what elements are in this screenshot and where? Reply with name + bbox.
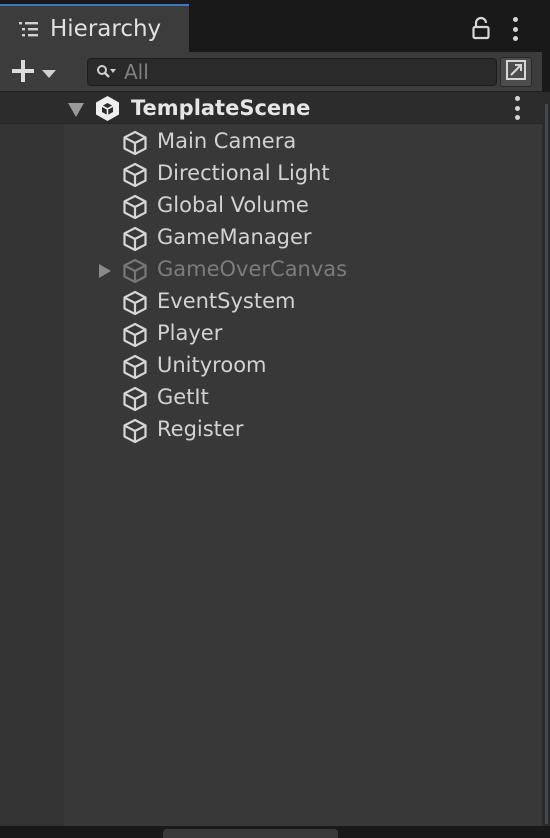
- hierarchy-item-label: EventSystem: [157, 289, 296, 313]
- hierarchy-item[interactable]: EventSystem: [64, 285, 542, 317]
- hierarchy-item-label: Directional Light: [157, 161, 330, 185]
- hierarchy-item[interactable]: Player: [64, 317, 542, 349]
- hierarchy-panel[interactable]: TemplateScene Main Camera Directional Lig…: [0, 92, 542, 826]
- hierarchy-item-label: Unityroom: [157, 353, 267, 377]
- hierarchy-item[interactable]: GetIt: [64, 381, 542, 413]
- hierarchy-item[interactable]: GameOverCanvas: [64, 253, 542, 285]
- hierarchy-gutter: [0, 92, 64, 826]
- scene-view-button[interactable]: [500, 57, 532, 87]
- gameobject-cube-icon: [122, 418, 148, 444]
- hierarchy-item[interactable]: Main Camera: [64, 125, 542, 157]
- vertical-scrollbar[interactable]: [542, 92, 550, 826]
- unity-scene-icon: [94, 95, 121, 122]
- gameobject-cube-icon: [122, 258, 148, 284]
- gameobject-cube-icon: [122, 162, 148, 188]
- hierarchy-toolbar: [0, 52, 542, 92]
- tab-hierarchy[interactable]: Hierarchy: [0, 4, 189, 52]
- hierarchy-item-label: Global Volume: [157, 193, 309, 217]
- tab-title: Hierarchy: [50, 16, 162, 42]
- lock-icon[interactable]: [470, 16, 492, 40]
- hierarchy-item-label: Player: [157, 321, 223, 345]
- scene-name: TemplateScene: [131, 96, 311, 120]
- hierarchy-item-label: Main Camera: [157, 129, 297, 153]
- hierarchy-item[interactable]: GameManager: [64, 221, 542, 253]
- scene-view-icon: [505, 59, 527, 85]
- gameobject-cube-icon: [122, 290, 148, 316]
- hierarchy-item-label: GameManager: [157, 225, 312, 249]
- hierarchy-item-label: GetIt: [157, 385, 209, 409]
- horizontal-scrollbar-handle[interactable]: [163, 829, 338, 838]
- triangle-down-icon: [42, 64, 56, 83]
- gameobject-cube-icon: [122, 226, 148, 252]
- hierarchy-list-icon: [18, 18, 40, 40]
- hierarchy-item[interactable]: Register: [64, 413, 542, 445]
- scene-row[interactable]: TemplateScene: [0, 92, 542, 124]
- gameobject-cube-icon: [122, 130, 148, 156]
- hierarchy-item-label: GameOverCanvas: [157, 257, 348, 281]
- gameobject-cube-icon: [122, 194, 148, 220]
- hierarchy-item[interactable]: Directional Light: [64, 157, 542, 189]
- tab-bar: Hierarchy: [0, 0, 550, 52]
- search-field[interactable]: [87, 58, 497, 86]
- gameobject-cube-icon: [122, 354, 148, 380]
- create-button[interactable]: [10, 60, 66, 86]
- hierarchy-item-label: Register: [157, 417, 244, 441]
- plus-icon: [10, 58, 36, 88]
- search-icon: [96, 64, 116, 80]
- scene-menu-icon[interactable]: [513, 96, 521, 120]
- bottom-bar: [0, 826, 550, 838]
- search-input[interactable]: [124, 60, 484, 84]
- gameobject-cube-icon: [122, 386, 148, 412]
- expand-arrow-icon[interactable]: [68, 102, 84, 117]
- hierarchy-item[interactable]: Global Volume: [64, 189, 542, 221]
- gameobject-cube-icon: [122, 322, 148, 348]
- expand-arrow-icon[interactable]: [98, 263, 112, 278]
- panel-menu-icon[interactable]: [511, 17, 519, 41]
- hierarchy-item[interactable]: Unityroom: [64, 349, 542, 381]
